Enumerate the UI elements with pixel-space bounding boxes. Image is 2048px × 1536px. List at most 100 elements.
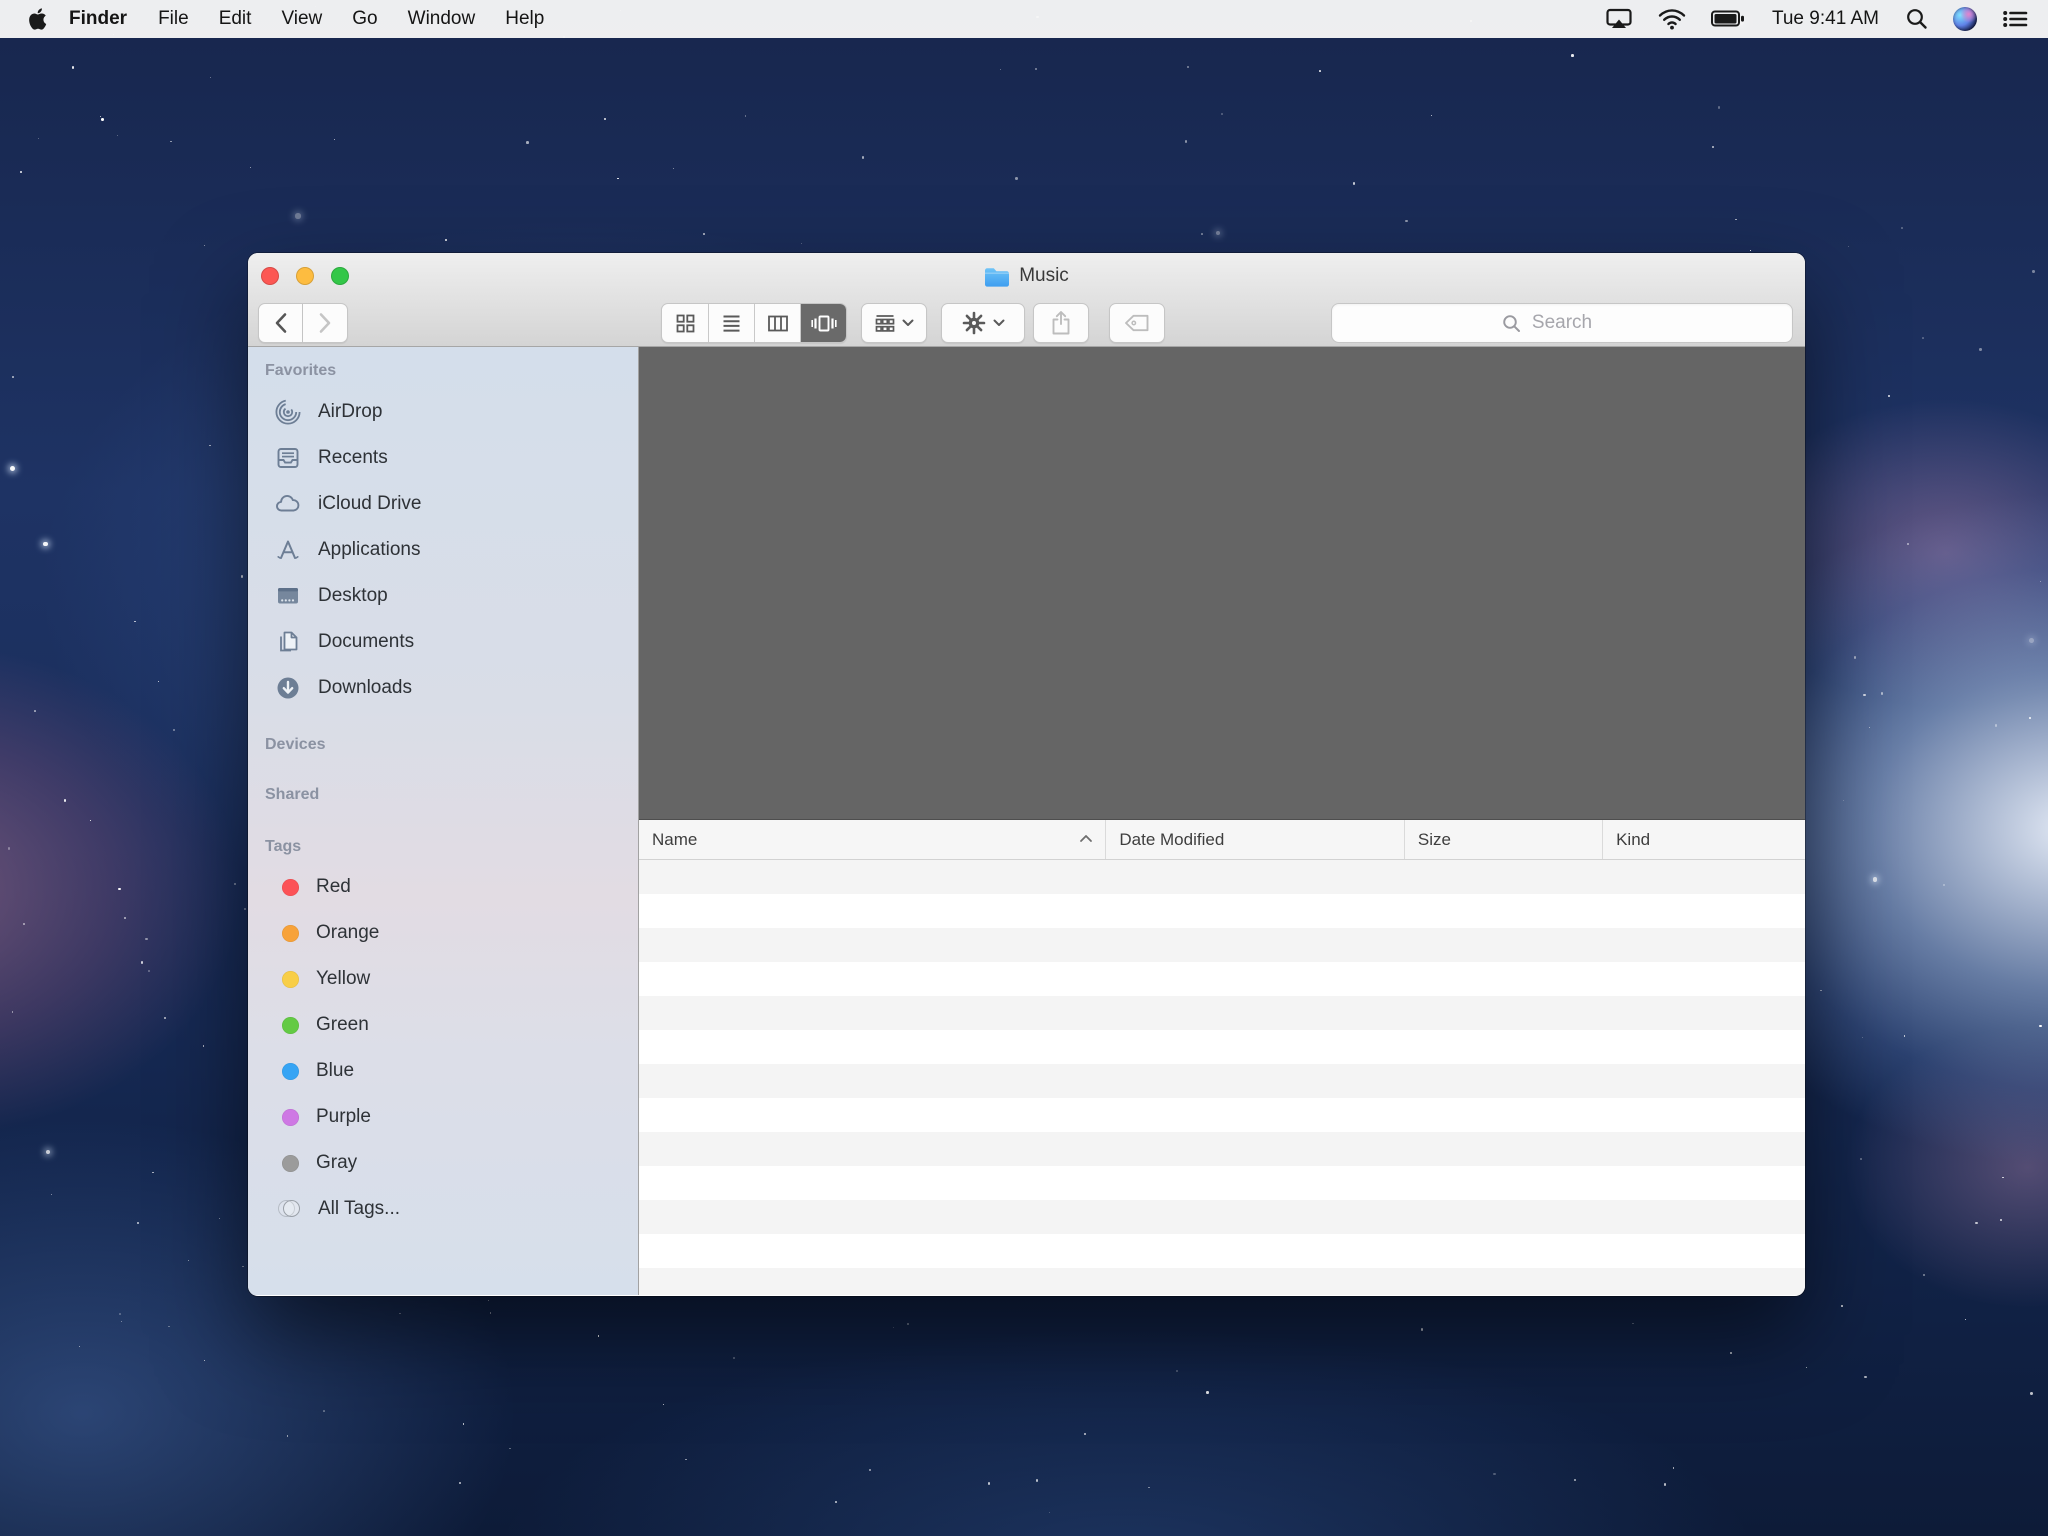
finder-window: Music — [248, 253, 1805, 1296]
tag-label: All Tags... — [318, 1198, 400, 1220]
documents-icon — [275, 629, 301, 655]
sidebar-item-icloud-drive[interactable]: iCloud Drive — [248, 481, 638, 527]
menu-go[interactable]: Go — [337, 8, 392, 30]
sidebar-item-label: Applications — [318, 539, 420, 561]
blue-tag-icon — [282, 1063, 299, 1080]
column-view-button[interactable] — [754, 304, 800, 342]
tag-label: Orange — [316, 922, 379, 944]
sidebar: Favorites AirDrop Recents iCloud Drive A… — [248, 347, 639, 1295]
desktop-icon — [275, 583, 301, 609]
zoom-button[interactable] — [331, 267, 349, 285]
menu-bar-clock[interactable]: Tue 9:41 AM — [1764, 8, 1887, 30]
sidebar-item-label: Desktop — [318, 585, 388, 607]
sidebar-tag-blue[interactable]: Blue — [248, 1048, 638, 1094]
view-switcher — [661, 303, 847, 343]
menu-finder[interactable]: Finder — [53, 8, 143, 30]
share-icon — [1050, 310, 1072, 336]
sidebar-section-favorites: Favorites — [248, 361, 638, 381]
column-label: Size — [1418, 830, 1451, 850]
search-input[interactable] — [1332, 304, 1792, 342]
folder-icon — [984, 266, 1010, 287]
sidebar-item-label: Downloads — [318, 677, 412, 699]
sidebar-item-applications[interactable]: Applications — [248, 527, 638, 573]
search-field[interactable] — [1331, 303, 1793, 343]
downloads-icon — [275, 675, 301, 701]
applications-icon — [275, 537, 301, 563]
yellow-tag-icon — [282, 971, 299, 988]
back-button[interactable] — [258, 303, 303, 343]
sidebar-item-documents[interactable]: Documents — [248, 619, 638, 665]
gallery-view-button[interactable] — [800, 304, 846, 342]
column-label: Kind — [1616, 830, 1650, 850]
share-button[interactable] — [1033, 303, 1089, 343]
chevron-down-icon — [902, 319, 914, 327]
wifi-icon[interactable] — [1652, 8, 1692, 30]
column-header-date-modified[interactable]: Date Modified — [1105, 820, 1403, 859]
purple-tag-icon — [282, 1109, 299, 1126]
window-title: Music — [1019, 265, 1069, 287]
sidebar-tag-gray[interactable]: Gray — [248, 1140, 638, 1186]
sidebar-item-label: Recents — [318, 447, 388, 469]
sidebar-section-shared: Shared — [248, 785, 638, 805]
group-by-button[interactable] — [861, 303, 927, 343]
sidebar-tag-green[interactable]: Green — [248, 1002, 638, 1048]
recents-icon — [275, 445, 301, 471]
minimize-button[interactable] — [296, 267, 314, 285]
tag-button[interactable] — [1109, 303, 1165, 343]
sidebar-section-tags: Tags — [248, 837, 638, 857]
column-label: Date Modified — [1119, 830, 1224, 850]
list-column-headers: Name Date Modified Size Kind — [639, 820, 1805, 860]
sidebar-item-airdrop[interactable]: AirDrop — [248, 389, 638, 435]
sort-ascending-icon — [1079, 834, 1093, 843]
menu-view[interactable]: View — [266, 8, 337, 30]
airdrop-icon — [275, 399, 301, 425]
menu-window[interactable]: Window — [393, 8, 491, 30]
tag-label: Red — [316, 876, 351, 898]
chevron-down-icon — [993, 319, 1005, 327]
tag-label: Yellow — [316, 968, 370, 990]
menu-edit[interactable]: Edit — [204, 8, 267, 30]
sidebar-tag-orange[interactable]: Orange — [248, 910, 638, 956]
tag-label: Blue — [316, 1060, 354, 1082]
gear-icon — [962, 311, 986, 335]
menu-help[interactable]: Help — [490, 8, 559, 30]
menu-file[interactable]: File — [143, 8, 204, 30]
apple-menu[interactable] — [28, 8, 47, 30]
gray-tag-icon — [282, 1155, 299, 1172]
battery-icon[interactable] — [1705, 9, 1751, 29]
red-tag-icon — [282, 879, 299, 896]
column-header-kind[interactable]: Kind — [1602, 820, 1805, 859]
close-button[interactable] — [261, 267, 279, 285]
notification-center-icon[interactable] — [1996, 9, 2034, 29]
file-list-empty[interactable] — [639, 860, 1805, 1295]
column-header-name[interactable]: Name — [639, 820, 1105, 859]
sidebar-all-tags[interactable]: All Tags... — [248, 1186, 638, 1232]
spotlight-icon[interactable] — [1900, 8, 1934, 30]
sidebar-item-recents[interactable]: Recents — [248, 435, 638, 481]
search-icon — [1502, 314, 1521, 333]
sidebar-tag-purple[interactable]: Purple — [248, 1094, 638, 1140]
title-bar[interactable]: Music — [248, 253, 1805, 299]
green-tag-icon — [282, 1017, 299, 1034]
sidebar-item-label: Documents — [318, 631, 414, 653]
gallery-preview-area[interactable] — [639, 347, 1805, 820]
sidebar-tag-yellow[interactable]: Yellow — [248, 956, 638, 1002]
column-header-size[interactable]: Size — [1404, 820, 1602, 859]
sidebar-item-downloads[interactable]: Downloads — [248, 665, 638, 711]
siri-icon[interactable] — [1947, 7, 1983, 31]
column-label: Name — [652, 830, 697, 850]
toolbar — [248, 299, 1805, 347]
sidebar-item-desktop[interactable]: Desktop — [248, 573, 638, 619]
tag-icon — [1124, 313, 1150, 333]
forward-button[interactable] — [303, 303, 348, 343]
file-browser-pane: Name Date Modified Size Kind — [639, 347, 1805, 1295]
airplay-icon[interactable] — [1599, 7, 1639, 31]
icloud-icon — [275, 491, 301, 517]
orange-tag-icon — [282, 925, 299, 942]
sidebar-item-label: iCloud Drive — [318, 493, 421, 515]
sidebar-section-devices: Devices — [248, 735, 638, 755]
sidebar-tag-red[interactable]: Red — [248, 864, 638, 910]
icon-view-button[interactable] — [662, 304, 708, 342]
action-menu-button[interactable] — [941, 303, 1025, 343]
list-view-button[interactable] — [708, 304, 754, 342]
